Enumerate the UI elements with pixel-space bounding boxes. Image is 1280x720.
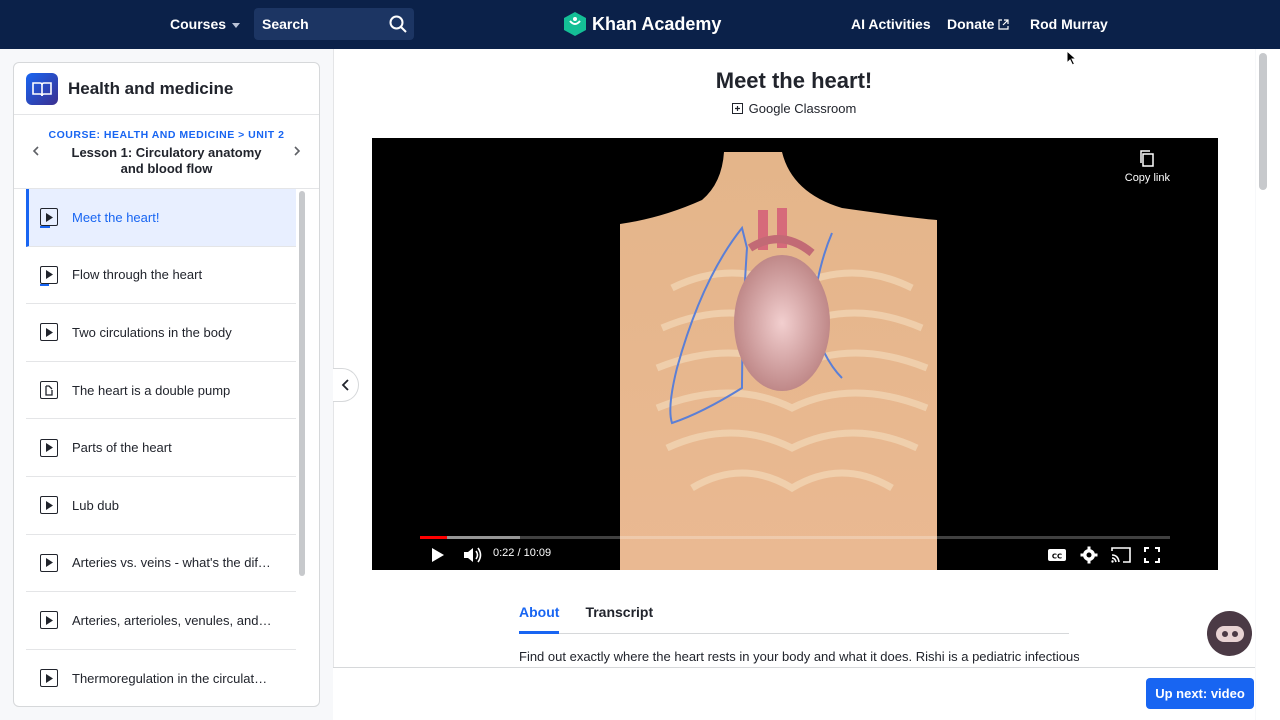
svg-text:CC: CC — [1052, 553, 1062, 561]
volume-icon — [464, 547, 482, 563]
google-classroom-button[interactable]: Google Classroom — [333, 101, 1255, 116]
google-classroom-icon — [731, 103, 743, 114]
list-item[interactable]: Flow through the heart — [26, 247, 296, 305]
copy-icon — [1140, 150, 1155, 167]
video-icon — [40, 611, 58, 630]
khan-logo-icon — [564, 12, 586, 36]
video-icon — [40, 208, 58, 229]
course-sidebar: Health and medicine COURSE: HEALTH AND M… — [13, 62, 320, 707]
list-item[interactable]: Thermoregulation in the circulato... — [26, 650, 296, 706]
tab-transcript[interactable]: Transcript — [585, 604, 653, 634]
logo-text: Khan Academy — [592, 13, 722, 34]
courses-menu-button[interactable]: Courses — [170, 16, 241, 32]
breadcrumb[interactable]: COURSE: HEALTH AND MEDICINE > UNIT 2 — [14, 129, 319, 141]
assistant-avatar-icon — [1215, 625, 1244, 642]
course-title: Health and medicine — [68, 78, 234, 98]
sidebar-scrollbar[interactable] — [299, 191, 305, 576]
list-item[interactable]: Two circulations in the body — [26, 304, 296, 362]
donate-link[interactable]: Donate — [947, 16, 1010, 32]
list-item[interactable]: Meet the heart! — [26, 189, 296, 247]
mute-button[interactable] — [462, 543, 482, 567]
caret-down-icon — [232, 22, 241, 28]
list-item-label: Thermoregulation in the circulato... — [72, 670, 272, 686]
video-frame-image — [620, 152, 937, 570]
khan-academy-logo[interactable]: Khan Academy — [564, 12, 721, 36]
copy-link-label: Copy link — [1124, 172, 1170, 184]
video-progress-bar[interactable] — [420, 536, 1170, 539]
page-scrollbar[interactable] — [1256, 49, 1280, 720]
bottom-bar — [333, 667, 1255, 720]
mouse-cursor-icon — [1066, 50, 1078, 66]
cast-icon — [1111, 547, 1131, 563]
list-item-label: Lub dub — [72, 497, 119, 513]
copy-link-button[interactable]: Copy link — [1125, 150, 1170, 184]
book-icon — [26, 72, 58, 105]
list-item[interactable]: Arteries, arterioles, venules, and ... — [26, 592, 296, 650]
tab-about[interactable]: About — [519, 604, 560, 634]
list-item-label: Flow through the heart — [72, 267, 203, 283]
chevron-left-icon — [341, 379, 349, 391]
lesson-item-list: Meet the heart! Flow through the heart T… — [26, 189, 296, 706]
video-description: Find out exactly where the heart rests i… — [519, 649, 1079, 664]
fullscreen-icon — [1144, 547, 1160, 563]
up-next-button[interactable]: Up next: video — [1146, 678, 1254, 709]
gear-icon — [1080, 546, 1098, 564]
video-icon — [40, 265, 58, 286]
settings-button[interactable] — [1080, 543, 1098, 567]
fullscreen-button[interactable] — [1144, 543, 1160, 567]
video-icon — [40, 323, 58, 342]
article-icon — [40, 381, 58, 400]
ai-activities-link[interactable]: AI Activities — [851, 16, 931, 32]
google-classroom-label: Google Classroom — [748, 101, 857, 116]
list-item-label: Arteries vs. veins - what's the diff... — [72, 555, 272, 571]
video-player[interactable]: Copy link 0:22 / 10:09 CC — [372, 138, 1218, 570]
lesson-title: Lesson 1: Circulatory anatomy and blood … — [71, 145, 262, 176]
search-box[interactable] — [254, 8, 414, 40]
search-icon[interactable] — [388, 14, 408, 34]
search-input[interactable] — [262, 16, 382, 32]
video-icon — [40, 496, 58, 515]
play-icon — [432, 548, 444, 562]
cast-button[interactable] — [1110, 543, 1132, 567]
video-time: 0:22 / 10:09 — [493, 547, 552, 559]
play-button[interactable] — [430, 543, 446, 567]
previous-lesson-icon[interactable] — [28, 143, 44, 159]
list-item[interactable]: Lub dub — [26, 477, 296, 535]
captions-button[interactable]: CC — [1047, 543, 1067, 567]
page-scrollbar-thumb[interactable] — [1259, 53, 1267, 190]
list-item-label: The heart is a double pump — [72, 382, 231, 398]
list-item-label: Meet the heart! — [72, 209, 160, 225]
list-item[interactable]: The heart is a double pump — [26, 362, 296, 420]
course-header[interactable]: Health and medicine — [14, 63, 319, 115]
list-item-label: Two circulations in the body — [72, 324, 232, 340]
top-nav: Courses Khan Academy AI Activities Donat… — [0, 0, 1280, 49]
video-icon — [40, 553, 58, 572]
external-link-icon — [998, 18, 1010, 30]
next-lesson-icon[interactable] — [289, 143, 305, 159]
ai-assistant-button[interactable] — [1207, 611, 1252, 656]
list-item-label: Parts of the heart — [72, 440, 172, 456]
captions-icon: CC — [1048, 549, 1066, 561]
page-title: Meet the heart! — [715, 68, 873, 93]
list-item[interactable]: Parts of the heart — [26, 419, 296, 477]
donate-label: Donate — [947, 16, 995, 32]
courses-label: Courses — [170, 16, 227, 32]
video-icon — [40, 438, 58, 457]
played-bar — [420, 536, 447, 539]
list-item[interactable]: Arteries vs. veins - what's the diff... — [26, 535, 296, 593]
user-menu-button[interactable]: Rod Murray — [1030, 16, 1108, 32]
list-item-label: Arteries, arterioles, venules, and ... — [72, 612, 272, 628]
lesson-navigator: COURSE: HEALTH AND MEDICINE > UNIT 2 Les… — [14, 115, 319, 189]
video-icon — [40, 669, 58, 688]
content-tabs: About Transcript — [519, 604, 1069, 634]
